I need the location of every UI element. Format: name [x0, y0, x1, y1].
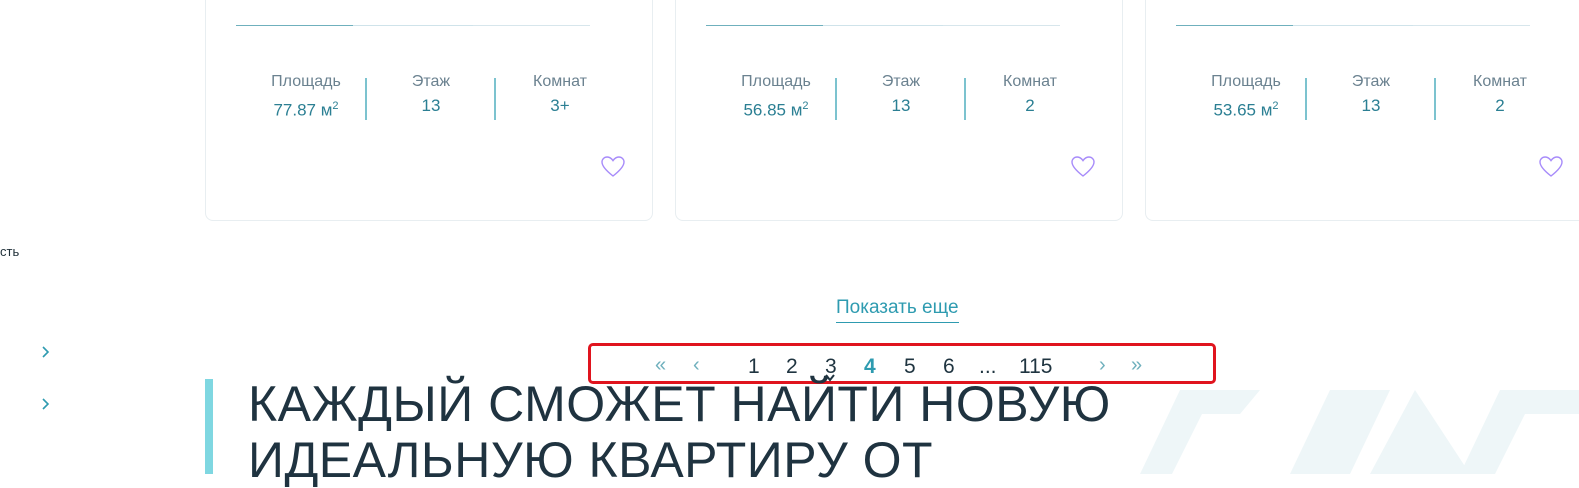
stat-value: 13: [1361, 96, 1381, 115]
stat-label: Этаж: [411, 73, 451, 90]
card-progress-bar: [1176, 25, 1530, 26]
first-page-button[interactable]: «: [655, 354, 666, 377]
heading-line: КАЖДЫЙ СМОЖЕТ НАЙТИ НОВУЮ: [248, 376, 1111, 432]
stat-floor: Этаж 13: [841, 71, 961, 119]
stat-divider: [494, 78, 496, 120]
stat-divider: [964, 78, 966, 120]
card-progress-bar: [236, 25, 590, 26]
stat-label: Площадь: [271, 73, 341, 90]
stat-value: 56.85 м2: [743, 100, 809, 120]
stat-rooms: Комнат 2: [970, 71, 1090, 119]
card-stats: Площадь 56.85 м2 Этаж 13 Комнат 2: [716, 71, 1090, 121]
stat-divider: [835, 78, 837, 120]
stat-value: 13: [891, 96, 911, 115]
heart-icon[interactable]: [1070, 155, 1096, 179]
stat-area: Площадь 77.87 м2: [246, 71, 366, 124]
stat-value: 53.65 м2: [1213, 100, 1279, 120]
stat-label: Комнат: [533, 73, 587, 90]
heart-icon[interactable]: [600, 155, 626, 179]
stat-rooms: Комнат 3+: [500, 71, 620, 119]
stat-label: Комнат: [1473, 73, 1527, 90]
stat-floor: Этаж 13: [1311, 71, 1431, 119]
heading-accent-bar: [205, 379, 213, 474]
stat-divider: [1305, 78, 1307, 120]
next-page-button[interactable]: ›: [1099, 354, 1106, 377]
card-stats: Площадь 53.65 м2 Этаж 13 Комнат 2: [1186, 71, 1560, 121]
stat-label: Этаж: [1351, 73, 1391, 90]
stat-value: 13: [421, 96, 441, 115]
stat-divider: [365, 78, 367, 120]
chevron-right-icon[interactable]: [40, 345, 52, 359]
heading-line: ИДЕАЛЬНУЮ КВАРТИРУ ОТ: [248, 432, 934, 488]
stat-area: Площадь 56.85 м2: [716, 71, 836, 124]
show-more-button[interactable]: Показать еще: [836, 297, 959, 323]
stat-value: 2: [1495, 96, 1505, 115]
apartment-card[interactable]: Площадь 77.87 м2 Этаж 13 Комнат 3+: [205, 0, 653, 221]
stat-label: Этаж: [881, 73, 921, 90]
apartment-card[interactable]: Площадь 53.65 м2 Этаж 13 Комнат 2: [1145, 0, 1579, 221]
stat-value: 77.87 м2: [273, 100, 339, 120]
stat-label: Площадь: [741, 73, 811, 90]
page-heading: КАЖДЫЙ СМОЖЕТ НАЙТИ НОВУЮ ИДЕАЛЬНУЮ КВАР…: [248, 376, 1148, 488]
stat-label: Комнат: [1003, 73, 1057, 90]
logo-watermark: [1140, 390, 1579, 474]
chevron-right-icon[interactable]: [40, 397, 52, 411]
heart-icon[interactable]: [1538, 155, 1564, 179]
stat-rooms: Комнат 2: [1440, 71, 1560, 119]
card-progress-bar: [706, 25, 1060, 26]
apartment-card[interactable]: Площадь 56.85 м2 Этаж 13 Комнат 2: [675, 0, 1123, 221]
stat-floor: Этаж 13: [371, 71, 491, 119]
sidebar-partial-label: сть: [0, 244, 20, 259]
stat-value: 3+: [550, 96, 570, 115]
prev-page-button[interactable]: ‹: [693, 354, 700, 377]
card-stats: Площадь 77.87 м2 Этаж 13 Комнат 3+: [246, 71, 620, 121]
stat-label: Площадь: [1211, 73, 1281, 90]
stat-value: 2: [1025, 96, 1035, 115]
stat-divider: [1434, 78, 1436, 120]
stat-area: Площадь 53.65 м2: [1186, 71, 1306, 124]
